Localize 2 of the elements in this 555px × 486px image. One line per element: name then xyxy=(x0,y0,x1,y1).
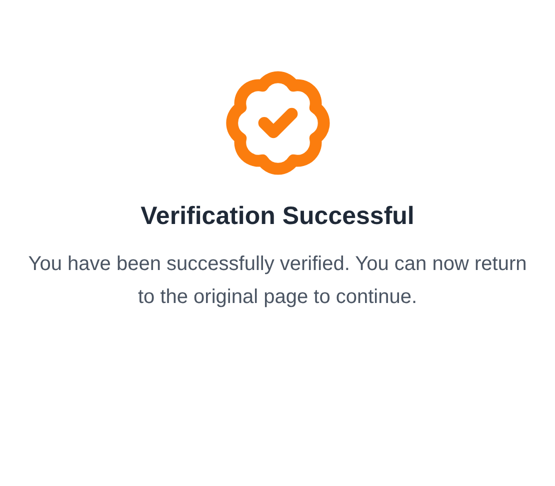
title: Verification Successful xyxy=(140,201,414,232)
message: You have been successfully verified. You can now return to the original page to continue. xyxy=(28,252,528,310)
